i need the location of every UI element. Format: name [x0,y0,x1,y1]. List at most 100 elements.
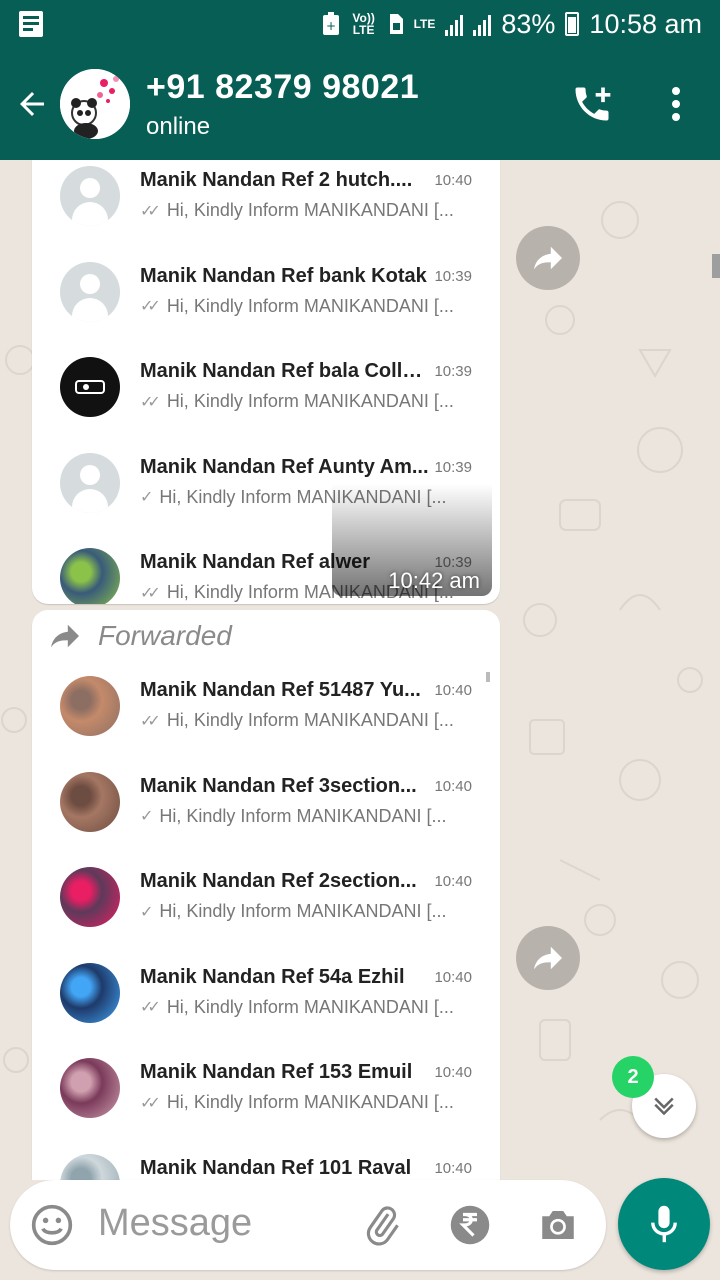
double-tick-icon: ✓✓ [140,999,161,1016]
contact-avatar [60,676,120,736]
contact-name: Manik Nandan Ref 153 Emuil [140,1061,413,1083]
smiley-icon [31,1204,73,1246]
panda-avatar-image [60,69,130,139]
contact-avatar [60,771,120,832]
contact-time: 10:40 [434,777,472,795]
message-preview: ✓ Hi, Kindly Inform MANIKANDANI [... [140,806,460,827]
status-right: + Vo)) LTE LTE 83% 10:58 am [322,9,702,40]
preview-text: Hi, Kindly Inform MANIKANDANI [... [166,710,454,730]
preview-text: Hi, Kindly Inform MANIKANDANI [... [166,391,454,411]
add-call-button[interactable] [564,76,620,132]
message-preview: ✓✓ Hi, Kindly Inform MANIKANDANI [... [140,997,460,1018]
contact-name: Manik Nandan Ref 2section... [140,870,417,892]
contact-row[interactable]: Manik Nandan Ref 101 Raval10:40✓✓Hi, Kin… [32,1140,500,1180]
message-preview: ✓✓ Hi, Kindly Inform MANIKANDANI [... [140,391,460,412]
preview-text: Hi, Kindly Inform MANIKANDANI [... [166,996,454,1017]
back-button[interactable] [4,76,60,132]
contact-time: 10:40 [434,873,472,890]
signal-strength-2-icon [473,12,492,36]
contact-time: 10:39 [434,363,472,380]
chat-area[interactable]: Manik Nandan Ref 2 hutch.... 10:40 ✓✓ Hi, K… [0,160,720,1180]
message-preview: ✓✓ Hi, Kindly Inform MANIKANDANI [... [140,200,460,221]
signal-strength-icon [445,12,464,36]
message-preview: ✓✓ Hi, Kindly Inform MANIKANDANI [... [140,296,460,317]
battery-icon [565,12,580,36]
contact-card-message-2[interactable]: Forwarded Manik Nandan Ref 51487 Yu... 10… [32,610,500,1180]
contact-time: 10:40 [434,682,472,699]
contact-status: online [146,112,211,140]
rupee-icon [450,1205,490,1245]
contact-avatar [60,357,120,417]
contact-time: 10:40 [434,172,472,189]
emoji-button[interactable] [30,1203,74,1247]
payment-button[interactable] [448,1203,492,1247]
contact-avatar [60,1058,120,1118]
contact-name: Manik Nandan Ref bala Colle... [140,360,430,382]
double-tick-icon: ✓✓ [140,393,161,411]
message-timestamp: 10:42 am [388,568,480,593]
contact-row[interactable]: Manik Nandan Ref 54a Ezhil 10:40 ✓✓ Hi, Kin… [32,949,500,1044]
contact-name: Manik Nandan Ref 51487 Yu... [140,679,421,701]
menu-button[interactable] [648,76,704,132]
contact-row[interactable]: Manik Nandan Ref 2 hutch.... 10:40 ✓✓ Hi, K… [32,160,500,247]
contact-row[interactable]: Manik Nandan Ref 153 Emuil 10:40 ✓✓ Hi, Kin… [32,1044,500,1139]
microphone-icon [651,1205,677,1243]
contact-row[interactable]: Manik Nandan Ref bala Colle... 10:39 ✓✓ Hi,… [32,343,500,438]
double-tick-icon: ✓✓ [140,298,161,315]
contact-time: 10:40 [434,1159,472,1177]
forward-arrow-icon [534,946,562,970]
contact-avatar [60,1153,120,1180]
contact-avatar [60,962,120,1023]
contact-time: 10:39 [434,458,472,476]
contact-avatar [60,261,120,322]
status-left [18,10,44,38]
contact-avatar[interactable] [60,69,130,139]
contact-time: 10:40 [434,1064,472,1081]
double-chevron-down-icon [654,1097,674,1116]
message-input[interactable]: Message [98,1202,252,1245]
contact-avatar [60,166,120,226]
preview-text: Hi, Kindly Inform MANIKANDANI [... [166,295,454,316]
voice-message-button[interactable] [618,1178,710,1270]
forwarded-text: Forwarded [98,620,232,651]
camera-button[interactable] [536,1203,580,1247]
single-tick-icon: ✓ [140,489,154,506]
status-bar: + Vo)) LTE LTE 83% 10:58 am [0,0,720,48]
battery-saver-icon: + [322,12,339,35]
message-preview: ✓ Hi, Kindly Inform MANIKANDANI [... [140,901,460,922]
contact-name: +91 82379 98021 [146,67,420,106]
battery-percent: 83% [501,8,556,39]
contact-avatar [60,452,120,513]
forward-button-1[interactable] [516,226,580,290]
contact-row[interactable]: Manik Nandan Ref 3section... 10:40 ✓ Hi, Ki… [32,758,500,853]
lte-indicator: LTE [413,17,436,31]
contact-name: Manik Nandan Ref 3section... [140,774,417,797]
contact-row[interactable]: Manik Nandan Ref 2section... 10:40 ✓ Hi, Ki… [32,853,500,948]
arrow-left-icon [20,92,44,116]
contact-row[interactable]: Manik Nandan Ref 51487 Yu... 10:40 ✓✓ Hi, K… [32,662,500,757]
add-call-icon [575,87,611,121]
contact-name: Manik Nandan Ref bank Kotak [140,264,427,287]
preview-text: Hi, Kindly Inform MANIKANDANI [... [166,1092,454,1112]
contact-avatar [60,867,120,927]
contact-card-message-1[interactable]: Manik Nandan Ref 2 hutch.... 10:40 ✓✓ Hi, K… [32,160,500,604]
scrollbar-thumb[interactable] [712,254,720,278]
double-tick-icon: ✓✓ [140,712,161,730]
double-tick-icon: ✓✓ [140,202,161,220]
single-tick-icon: ✓ [140,903,154,921]
attach-button[interactable] [360,1203,404,1247]
contact-info[interactable]: +91 82379 98021 online [146,68,419,141]
more-vertical-icon [672,87,680,121]
message-composer[interactable]: Message [10,1180,606,1270]
camera-icon [542,1211,574,1239]
notification-icon [19,11,43,37]
chat-header: +91 82379 98021 online [0,48,720,160]
forwarded-label: Forwarded [48,620,232,652]
forward-button-2[interactable] [516,926,580,990]
message-preview: ✓✓ Hi, Kindly Inform MANIKANDANI [... [140,710,460,731]
volte-indicator: Vo)) LTE [352,11,375,37]
contact-row[interactable]: Manik Nandan Ref bank Kotak 10:39 ✓✓ Hi, Ki… [32,248,500,343]
contact-time: 10:39 [434,267,472,285]
contact-time: 10:40 [434,968,472,986]
contact-avatar [60,548,120,604]
